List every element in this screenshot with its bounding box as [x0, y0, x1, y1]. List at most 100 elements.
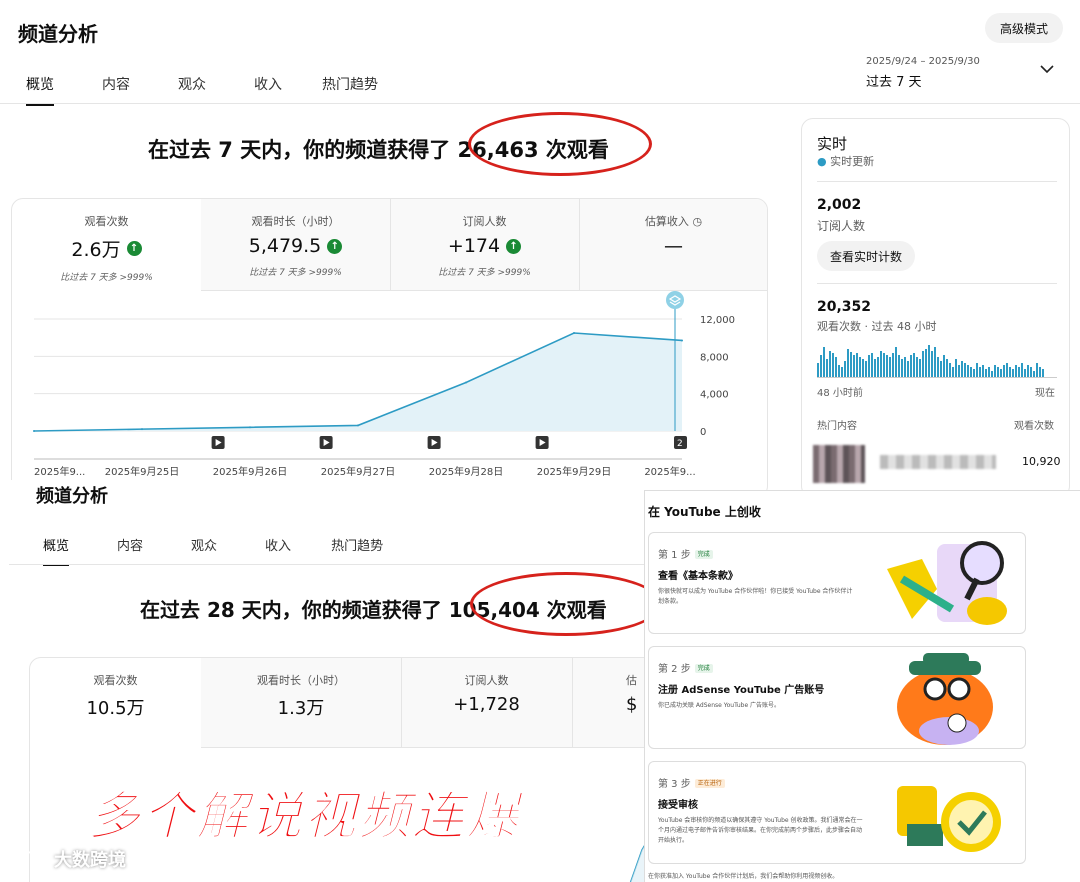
advanced-mode-button[interactable]: 高级模式	[985, 13, 1063, 43]
step-card-3[interactable]: 第 3 步正在进行 接受审核 YouTube 会审核你的频道以确保其遵守 You…	[648, 761, 1026, 864]
axis-left-label: 48 小时前	[817, 388, 863, 399]
metric-subscribers[interactable]: 订阅人数 +1,728	[401, 672, 572, 715]
hour-bar	[940, 361, 942, 377]
metric-value: 1.3万	[277, 698, 325, 719]
realtime-title: 实时	[817, 135, 848, 153]
hour-bar	[1021, 363, 1023, 377]
subs-value: 2,002	[817, 197, 862, 213]
metric-compare: 比过去 7 天多 >999%	[438, 268, 531, 278]
top-analytics-panel: 频道分析 高级模式 概览 内容 观众 收入 热门趋势 2025/9/24 – 2…	[0, 0, 1080, 498]
step-number: 第 3 步	[658, 779, 691, 790]
hour-bar	[913, 353, 915, 377]
hour-bar	[859, 357, 861, 377]
metric-label: 观看次数	[84, 215, 129, 228]
hour-bar	[835, 357, 837, 377]
step-desc: 你很快就可以成为 YouTube 合作伙伴啦！你已接受 YouTube 合作伙伴…	[658, 588, 853, 605]
hour-bar	[883, 353, 885, 377]
hour-bar	[937, 357, 939, 377]
video-title-blurred[interactable]	[880, 455, 996, 469]
metric-watch-time[interactable]: 观看时长（小时） 1.3万	[201, 672, 401, 720]
hour-bar	[847, 349, 849, 377]
metric-watch-time[interactable]: 观看时长（小时） 5,479.5 ↑ 比过去 7 天多 >999%	[201, 213, 390, 278]
step-card-1[interactable]: 第 1 步完成 查看《基本条款》 你很快就可以成为 YouTube 合作伙伴啦！…	[648, 532, 1026, 634]
video-thumbnail[interactable]	[813, 445, 865, 483]
tab-overview[interactable]: 概览	[26, 74, 54, 106]
hour-bar	[817, 363, 819, 377]
hour-bar	[931, 351, 933, 377]
metric-label: 订阅人数	[462, 215, 507, 228]
hour-bar	[943, 355, 945, 377]
hour-bar	[994, 365, 996, 377]
hour-bar	[1039, 367, 1041, 377]
metric-label: 观看时长（小时）	[251, 215, 340, 228]
tab-content[interactable]: 内容	[102, 74, 130, 106]
x-tick-label: 2025年9月28日	[429, 465, 504, 478]
metric-compare: 比过去 7 天多 >999%	[60, 273, 153, 283]
hour-bar	[844, 361, 846, 377]
metric-revenue[interactable]: 估算收入 ◷ —	[579, 213, 767, 257]
hour-bar	[973, 369, 975, 377]
y-tick-label: 12,000	[700, 315, 735, 326]
hour-bar	[841, 367, 843, 377]
clock-icon: ◷	[692, 215, 703, 228]
tab-revenue[interactable]: 收入	[265, 535, 291, 566]
status-badge: 完成	[694, 550, 713, 559]
metric-value: 10.5万	[86, 698, 145, 719]
metric-subscribers[interactable]: 订阅人数 +174 ↑ 比过去 7 天多 >999%	[390, 213, 579, 278]
hour-bar	[988, 367, 990, 377]
tab-overview[interactable]: 概览	[43, 535, 70, 566]
headline-prefix: 在过去 28 天内，你的频道获得了	[140, 598, 442, 622]
hour-bar	[886, 355, 888, 377]
series-area	[34, 333, 682, 431]
hour-bar	[922, 351, 924, 377]
hour-bar	[958, 365, 960, 377]
tabs-divider	[0, 103, 1080, 104]
hour-bar	[970, 367, 972, 377]
x-tick-label: 2025年9月29日	[537, 465, 612, 478]
views48-bar-chart	[817, 341, 1057, 377]
live-indicator: ● 实时更新	[817, 153, 874, 169]
monetize-footer: 在你获准加入 YouTube 合作伙伴计划后，我们会帮助你利用视频创收。	[648, 873, 839, 880]
video-count-label: 2	[677, 439, 683, 449]
overlay-caption: 多个解说视频连爆	[87, 787, 521, 848]
step-card-2[interactable]: 第 2 步完成 注册 AdSense YouTube 广告账号 你已成功关联 A…	[648, 646, 1026, 749]
hour-bar	[862, 359, 864, 377]
hour-bar	[904, 357, 906, 377]
top-tabs: 概览 内容 观众 收入 热门趋势	[26, 74, 378, 106]
tab-audience[interactable]: 观众	[191, 535, 217, 566]
tab-audience[interactable]: 观众	[178, 74, 206, 106]
tab-trending[interactable]: 热门趋势	[322, 74, 378, 106]
hour-bar	[1027, 365, 1029, 377]
hour-bar	[985, 369, 987, 377]
x-tick-label: 2025年9...	[644, 465, 695, 478]
layers-icon[interactable]	[666, 291, 684, 309]
headline-prefix: 在过去 7 天内，你的频道获得了	[148, 138, 451, 162]
hour-bar	[877, 357, 879, 377]
hour-bar	[1042, 369, 1044, 377]
tab-trending[interactable]: 热门趋势	[331, 535, 383, 566]
hour-bar	[964, 363, 966, 377]
tabs-divider	[9, 564, 649, 565]
metric-label: 估算收入	[644, 215, 689, 228]
chevron-down-icon[interactable]	[1040, 62, 1054, 78]
bottom-tabs: 概览 内容 观众 收入 热门趋势	[43, 535, 383, 566]
hour-bar	[823, 347, 825, 377]
hour-bar	[880, 351, 882, 377]
metric-compare: 比过去 7 天多 >999%	[249, 268, 342, 278]
views48-value: 20,352	[817, 299, 872, 315]
data-point	[681, 339, 683, 342]
metric-views[interactable]: 观看次数 2.6万 ↑ 比过去 7 天多 >999%	[12, 213, 201, 283]
tab-content[interactable]: 内容	[117, 535, 143, 566]
hour-bar	[892, 353, 894, 377]
watermark: 大数跨境	[8, 846, 126, 872]
metric-views[interactable]: 观看次数 10.5万	[30, 672, 201, 720]
hour-bar	[1012, 369, 1014, 377]
metric-value: 5,479.5	[248, 235, 322, 257]
hour-bar	[997, 367, 999, 377]
hour-bar	[838, 365, 840, 377]
realtime-count-button[interactable]: 查看实时计数	[817, 241, 915, 271]
step-desc: 你已成功关联 AdSense YouTube 广告账号。	[658, 702, 781, 709]
tab-revenue[interactable]: 收入	[254, 74, 282, 106]
step-number: 第 2 步	[658, 664, 691, 675]
hour-bar	[829, 351, 831, 377]
